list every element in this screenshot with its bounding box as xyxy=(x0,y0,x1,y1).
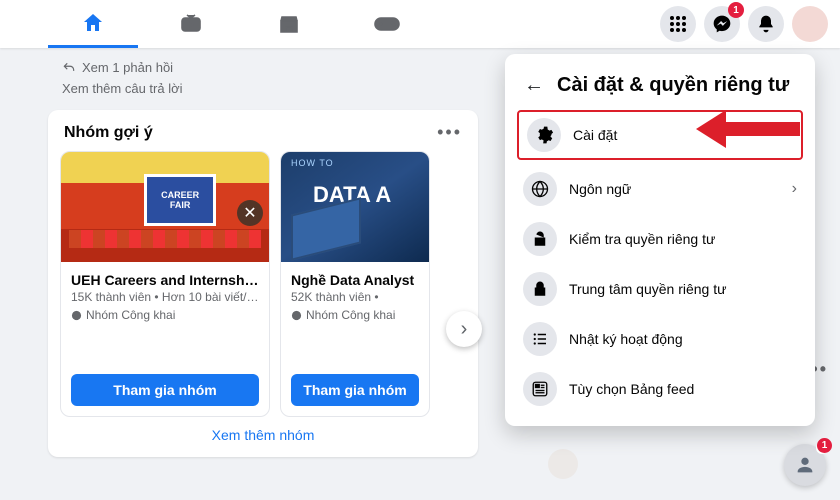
list-icon xyxy=(523,322,557,356)
messenger-button[interactable]: 1 xyxy=(704,6,740,42)
see-more-groups-link[interactable]: Xem thêm nhóm xyxy=(60,417,466,445)
join-group-button[interactable]: Tham gia nhóm xyxy=(291,374,419,406)
panel-back-icon[interactable]: ← xyxy=(519,70,549,100)
feed-icon xyxy=(523,372,557,406)
group-visibility: Nhóm Công khai xyxy=(291,308,419,322)
reply-row[interactable]: Xem 1 phản hồi xyxy=(62,60,520,75)
more-replies-link[interactable]: Xem thêm câu trả lời xyxy=(62,81,520,96)
menu-item-privacy-center[interactable]: Trung tâm quyền riêng tư xyxy=(513,264,807,314)
groups-carousel: CAREERFAIR ✕ UEH Careers and Internship … xyxy=(60,151,466,417)
menu-grid-button[interactable] xyxy=(660,6,696,42)
carousel-next-icon[interactable]: › xyxy=(446,311,482,347)
gear-icon xyxy=(527,118,561,152)
group-meta: 52K thành viên • xyxy=(291,290,419,304)
annotation-arrow xyxy=(690,104,800,159)
suggested-title: Nhóm gợi ý xyxy=(64,124,153,142)
menu-item-feed-prefs[interactable]: Tùy chọn Bảng feed xyxy=(513,364,807,414)
globe-icon xyxy=(523,172,557,206)
chevron-right-icon: › xyxy=(792,180,797,198)
menu-item-privacy-checkup[interactable]: Kiểm tra quyền riêng tư xyxy=(513,214,807,264)
nav-tabs xyxy=(48,0,432,48)
menu-item-activity-log[interactable]: Nhật ký hoạt động xyxy=(513,314,807,364)
lock-icon xyxy=(523,272,557,306)
panel-title: Cài đặt & quyền riêng tư xyxy=(557,74,789,97)
nav-watch[interactable] xyxy=(146,0,236,48)
join-group-button[interactable]: Tham gia nhóm xyxy=(71,374,259,406)
menu-label: Trung tâm quyền riêng tư xyxy=(569,281,727,297)
menu-item-language[interactable]: Ngôn ngữ › xyxy=(513,164,807,214)
menu-label: Tùy chọn Bảng feed xyxy=(569,381,694,397)
menu-label: Ngôn ngữ xyxy=(569,181,631,197)
new-message-badge: 1 xyxy=(817,438,832,453)
main-feed: Xem 1 phản hồi Xem thêm câu trả lời Nhóm… xyxy=(0,48,520,457)
card-options-icon[interactable]: ••• xyxy=(437,122,462,143)
group-title: UEH Careers and Internship Shares xyxy=(71,272,259,288)
group-visibility: Nhóm Công khai xyxy=(71,308,259,322)
group-title: Nghề Data Analyst xyxy=(291,272,419,288)
topbar-right: 1 xyxy=(660,6,828,42)
nav-gaming[interactable] xyxy=(342,0,432,48)
messenger-badge: 1 xyxy=(728,2,744,18)
group-tile[interactable]: CAREERFAIR ✕ UEH Careers and Internship … xyxy=(60,151,270,417)
account-avatar[interactable] xyxy=(792,6,828,42)
group-cover: CAREERFAIR ✕ xyxy=(61,152,269,262)
dismiss-group-icon[interactable]: ✕ xyxy=(237,200,263,226)
menu-label: Kiểm tra quyền riêng tư xyxy=(569,231,715,247)
new-message-button[interactable]: 1 xyxy=(784,444,826,486)
group-tile[interactable]: HOW TO DATA A Nghề Data Analyst 52K thàn… xyxy=(280,151,430,417)
reply-text: Xem 1 phản hồi xyxy=(82,60,173,75)
nav-marketplace[interactable] xyxy=(244,0,334,48)
lock-open-icon xyxy=(523,222,557,256)
contact-avatar xyxy=(548,449,578,479)
group-meta: 15K thành viên • Hơn 10 bài viết/ngày xyxy=(71,290,259,304)
menu-label: Cài đặt xyxy=(573,127,617,143)
nav-home[interactable] xyxy=(48,0,138,48)
group-cover: HOW TO DATA A xyxy=(281,152,429,262)
top-navbar: 1 xyxy=(0,0,840,48)
notifications-button[interactable] xyxy=(748,6,784,42)
menu-label: Nhật ký hoạt động xyxy=(569,331,683,347)
suggested-groups-card: Nhóm gợi ý ••• CAREERFAIR ✕ UEH Careers … xyxy=(48,110,478,457)
